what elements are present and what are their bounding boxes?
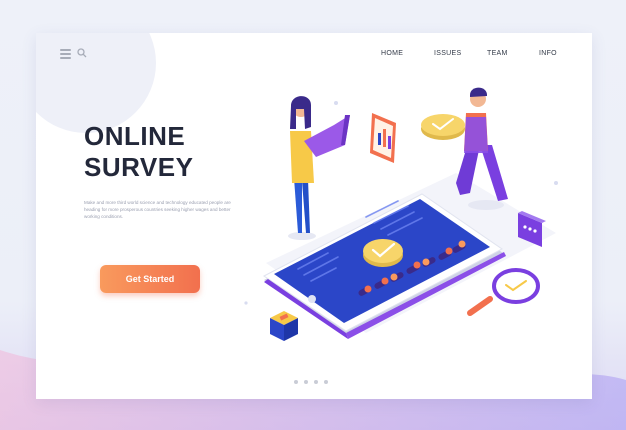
magnifier-icon	[467, 268, 540, 316]
check-badge-icon	[363, 239, 403, 267]
cube-icon	[270, 311, 298, 341]
carousel-dot[interactable]	[324, 380, 328, 384]
woman-with-laptop	[288, 96, 350, 240]
carousel-dots	[294, 380, 328, 384]
carousel-dot[interactable]	[304, 380, 308, 384]
survey-illustration	[244, 87, 558, 341]
carousel-dot[interactable]	[314, 380, 318, 384]
chart-card-icon	[370, 113, 396, 163]
landing-page-card: HOME ISSUES TEAM INFO ONLINE SURVEY Make…	[36, 33, 592, 399]
carousel-dot[interactable]	[294, 380, 298, 384]
